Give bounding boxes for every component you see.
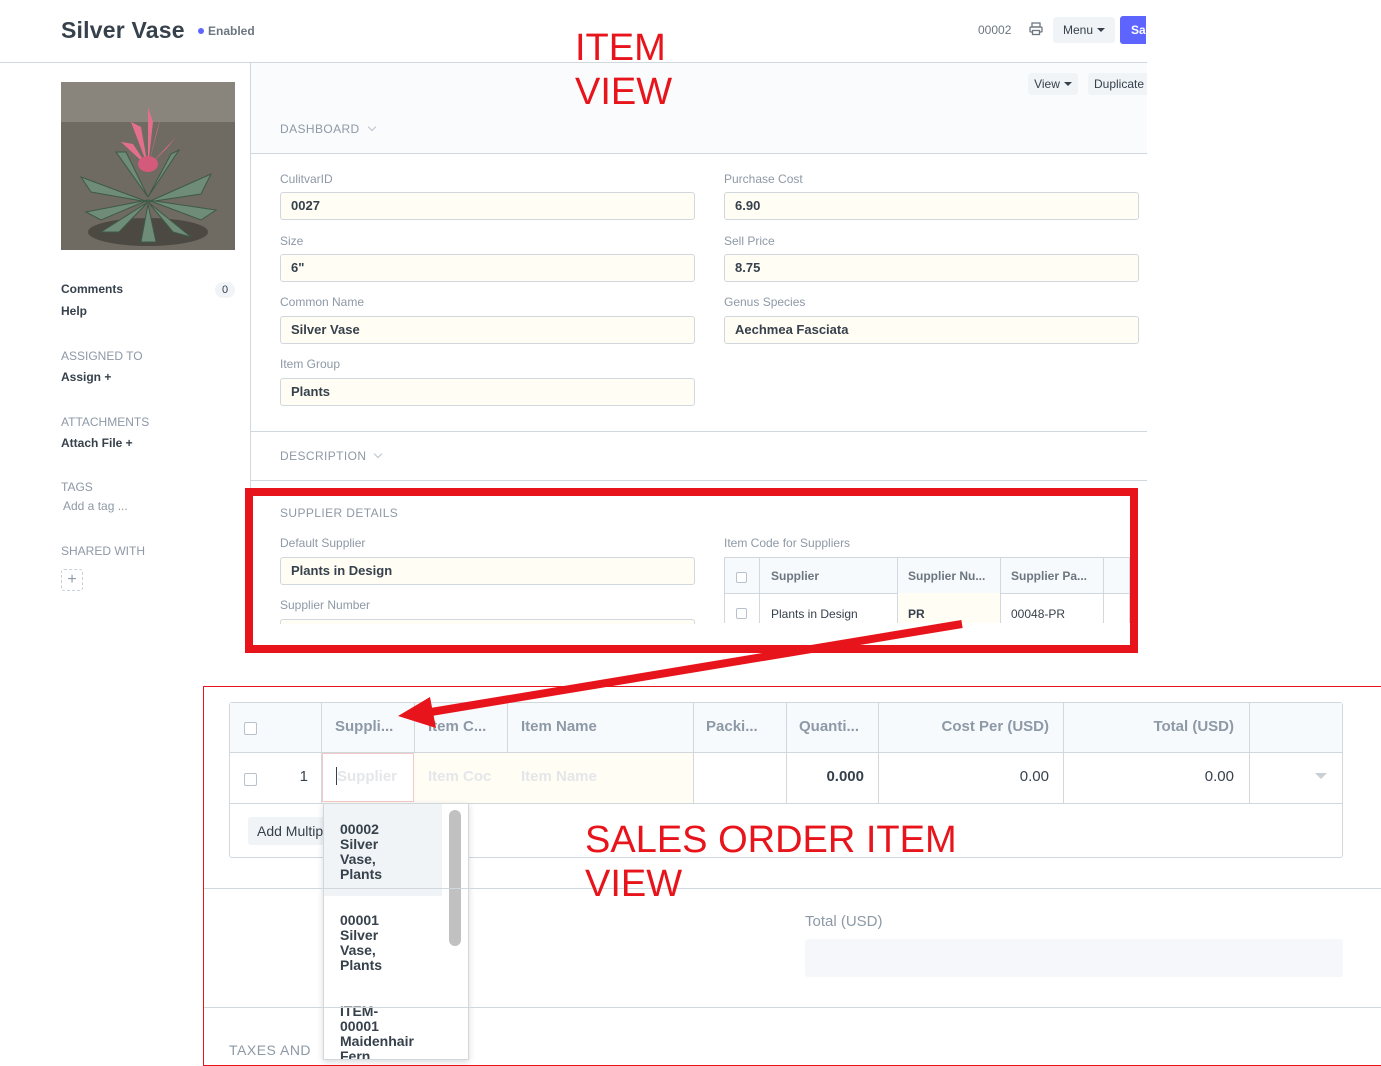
col-sep: [786, 703, 787, 803]
total-field: [805, 939, 1343, 977]
item-view-annotation: ITEM VIEW: [575, 26, 715, 114]
annotation-line: SALES ORDER ITEM: [585, 819, 957, 861]
option-line: Silver: [340, 927, 379, 943]
total-cell: 0.00: [1204, 768, 1234, 785]
tags-heading: TAGS: [61, 480, 93, 494]
add-multiple-button[interactable]: Add Multiple: [248, 817, 328, 845]
row-dropdown-icon[interactable]: [1315, 773, 1327, 779]
assign-link[interactable]: Assign +: [61, 370, 111, 384]
dropdown-option[interactable]: 00002 Silver Vase, Plants: [324, 822, 442, 882]
total-label: Total (USD): [805, 913, 883, 930]
assigned-heading: ASSIGNED TO: [61, 349, 143, 363]
option-line: Plants: [340, 957, 383, 973]
annotation-line: VIEW: [575, 71, 673, 113]
purchase-cost-field[interactable]: 6.90: [724, 192, 1139, 220]
option-line: Vase,: [340, 851, 376, 867]
share-plus-icon[interactable]: +: [61, 569, 83, 591]
col-cost-per[interactable]: Cost Per (USD): [878, 718, 1049, 735]
option-line: Maidenhair: [340, 1033, 414, 1049]
genus-label: Genus Species: [724, 295, 806, 309]
sell-price-field[interactable]: 8.75: [724, 254, 1139, 282]
common-name-field[interactable]: Silver Vase: [280, 316, 695, 344]
add-tag-input[interactable]: Add a tag ...: [63, 499, 128, 513]
item-group-field[interactable]: Plants: [280, 378, 695, 406]
row-checkbox[interactable]: [244, 773, 257, 786]
view-button[interactable]: View: [1028, 73, 1078, 95]
status-badge: Enabled: [198, 24, 255, 38]
common-name-label: Common Name: [280, 295, 365, 309]
col-item-code[interactable]: Item C...: [428, 718, 486, 735]
size-field[interactable]: 6": [280, 254, 695, 282]
help-link[interactable]: Help: [61, 304, 87, 318]
section-divider: [251, 431, 1147, 432]
option-line: Fern: [340, 1048, 371, 1060]
size-label: Size: [280, 234, 304, 248]
supplier-highlight-box: [245, 488, 1138, 653]
status-dot-icon: [198, 28, 204, 34]
section-divider: [204, 1007, 1381, 1008]
annotation-line: ITEM: [575, 27, 666, 69]
chevron-down-icon: [367, 122, 376, 132]
page-title: Silver Vase: [61, 17, 185, 43]
document-number: 00002: [978, 23, 1012, 37]
cultivar-label: CulitvarID: [280, 172, 333, 186]
col-supplier[interactable]: Suppli...: [335, 718, 393, 735]
dashboard-heading[interactable]: DASHBOARD: [280, 122, 376, 136]
chevron-down-icon: [374, 449, 383, 459]
genus-field[interactable]: Aechmea Fasciata: [724, 316, 1139, 344]
option-line: Vase,: [340, 942, 376, 958]
sell-price-label: Sell Price: [724, 234, 775, 248]
col-sep: [693, 703, 694, 803]
col-quantity[interactable]: Quanti...: [799, 718, 859, 735]
item-group-label: Item Group: [280, 357, 341, 371]
description-label: DESCRIPTION: [280, 449, 367, 463]
option-line: Silver: [340, 836, 379, 852]
col-packing[interactable]: Packi...: [706, 718, 758, 735]
col-total[interactable]: Total (USD): [1063, 718, 1234, 735]
col-item-name[interactable]: Item Name: [521, 718, 597, 735]
select-all-checkbox[interactable]: [244, 722, 257, 735]
option-line: 00001: [340, 1018, 379, 1034]
option-line: 00001: [340, 912, 379, 928]
section-divider: [251, 480, 1147, 481]
row-index: 1: [299, 768, 308, 785]
annotation-line: VIEW: [585, 863, 683, 905]
menu-label: Menu: [1062, 23, 1094, 37]
item-name-input[interactable]: Item Name: [521, 768, 597, 785]
taxes-heading: TAXES AND: [229, 1042, 312, 1058]
view-label: View: [1034, 77, 1060, 91]
quantity-cell[interactable]: 0.000: [786, 768, 864, 785]
item-code-input[interactable]: Item Coc: [428, 768, 491, 785]
option-line: 00002: [340, 821, 379, 837]
option-line: Plants: [340, 866, 383, 882]
col-sep: [1249, 703, 1250, 803]
attachments-heading: ATTACHMENTS: [61, 415, 150, 429]
description-heading[interactable]: DESCRIPTION: [280, 449, 383, 463]
dropdown-scrollbar[interactable]: [449, 810, 461, 946]
item-image: [61, 82, 235, 250]
comments-count: 0: [215, 282, 235, 298]
attach-file-link[interactable]: Attach File +: [61, 436, 133, 450]
status-text: Enabled: [208, 24, 255, 38]
purchase-cost-label: Purchase Cost: [724, 172, 803, 186]
supplier-input[interactable]: Supplier: [337, 768, 397, 785]
section-divider: [251, 153, 1147, 154]
cost-per-cell[interactable]: 0.00: [878, 768, 1049, 785]
supplier-autocomplete-dropdown[interactable]: 00002 Silver Vase, Plants 00001 Silver V…: [323, 803, 469, 1060]
printer-icon[interactable]: [1029, 22, 1043, 36]
cultivar-field[interactable]: 0027: [280, 192, 695, 220]
dropdown-option[interactable]: ITEM- 00001 Maidenhair Fern: [324, 1004, 442, 1060]
save-button[interactable]: Save: [1120, 16, 1146, 44]
dropdown-option[interactable]: 00001 Silver Vase, Plants: [324, 913, 442, 973]
dashboard-label: DASHBOARD: [280, 122, 360, 136]
menu-button[interactable]: Menu: [1053, 17, 1115, 43]
caret-down-icon: [1097, 28, 1106, 32]
shared-heading: SHARED WITH: [61, 544, 145, 558]
duplicate-button[interactable]: Duplicate: [1088, 73, 1147, 95]
caret-down-icon: [1063, 82, 1072, 86]
sales-order-view-annotation: SALES ORDER ITEM VIEW: [585, 818, 1005, 906]
comments-label[interactable]: Comments: [61, 282, 123, 296]
